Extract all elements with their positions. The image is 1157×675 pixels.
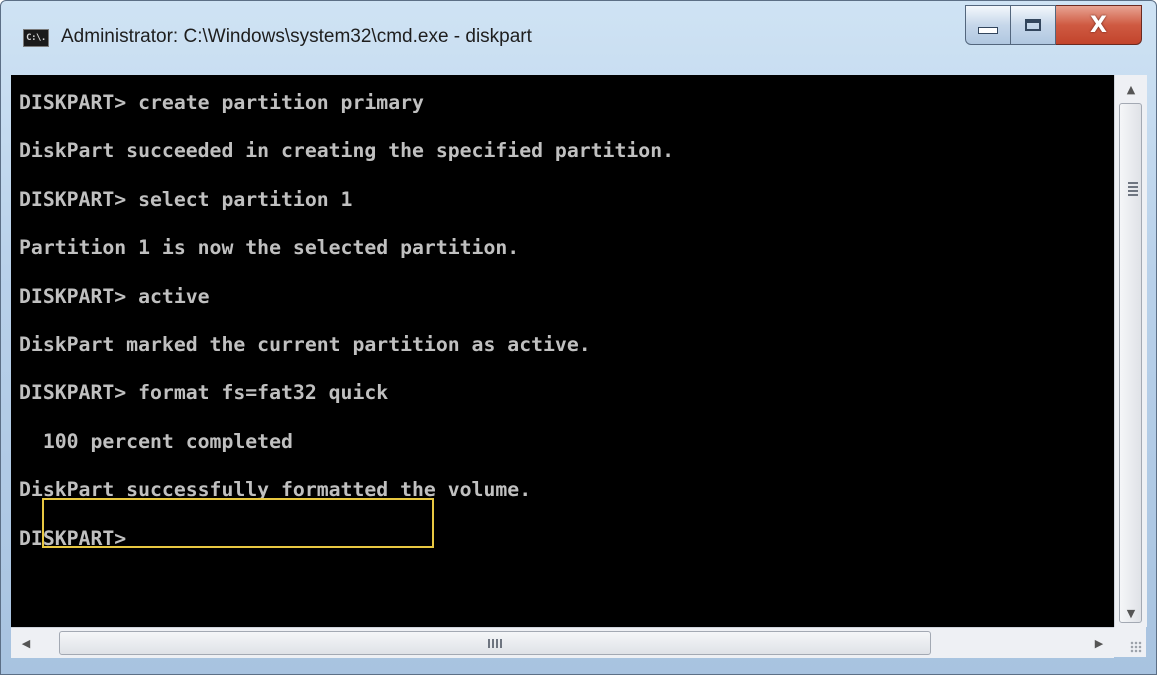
console-line: DISKPART> select partition 1 xyxy=(19,187,353,211)
horizontal-scroll-thumb[interactable] xyxy=(59,631,931,655)
scroll-right-icon[interactable]: ▶ xyxy=(1084,628,1114,658)
console-line: DISKPART> format fs=fat32 quick xyxy=(19,381,389,405)
window-title: Administrator: C:\Windows\system32\cmd.e… xyxy=(61,26,532,47)
minimize-button[interactable] xyxy=(965,5,1011,45)
console-line-progress: 100 percent completed xyxy=(19,429,293,453)
title-bar[interactable]: C:\. Administrator: C:\Windows\system32\… xyxy=(1,1,1156,75)
console-line: DiskPart succeeded in creating the speci… xyxy=(19,139,675,163)
vertical-scroll-thumb[interactable] xyxy=(1119,103,1142,623)
console-line: Partition 1 is now the selected partitio… xyxy=(19,236,520,260)
horizontal-scrollbar[interactable]: ◀ ▶ xyxy=(11,627,1114,658)
console-line: DiskPart successfully formatted the volu… xyxy=(19,478,532,502)
minimize-icon xyxy=(978,26,998,34)
scroll-left-icon[interactable]: ◀ xyxy=(11,628,41,658)
console-line: DiskPart marked the current partition as… xyxy=(19,332,591,356)
vertical-scrollbar[interactable]: ▲ ▼ xyxy=(1114,75,1147,627)
grip-icon xyxy=(1128,182,1138,198)
cmd-app-icon[interactable]: C:\. xyxy=(23,29,49,47)
console-line: DISKPART> create partition primary xyxy=(19,91,424,114)
grip-icon xyxy=(488,639,502,648)
console-line: DISKPART> active xyxy=(19,284,210,308)
close-button[interactable]: X xyxy=(1056,5,1142,45)
maximize-button[interactable] xyxy=(1011,5,1056,45)
cmd-window: C:\. Administrator: C:\Windows\system32\… xyxy=(0,0,1157,675)
console-output[interactable]: DISKPART> create partition primary DiskP… xyxy=(11,75,1114,650)
console-lines: DISKPART> create partition primary DiskP… xyxy=(19,79,1114,563)
resize-grip-icon[interactable] xyxy=(1130,641,1142,653)
close-icon: X xyxy=(1090,12,1107,38)
scrollbar-corner xyxy=(1114,627,1146,657)
window-controls: X xyxy=(965,5,1142,49)
scroll-up-icon[interactable]: ▲ xyxy=(1115,75,1147,103)
console-prompt: DISKPART> xyxy=(19,526,127,550)
scroll-down-icon[interactable]: ▼ xyxy=(1115,599,1147,627)
maximize-icon xyxy=(1025,19,1041,31)
